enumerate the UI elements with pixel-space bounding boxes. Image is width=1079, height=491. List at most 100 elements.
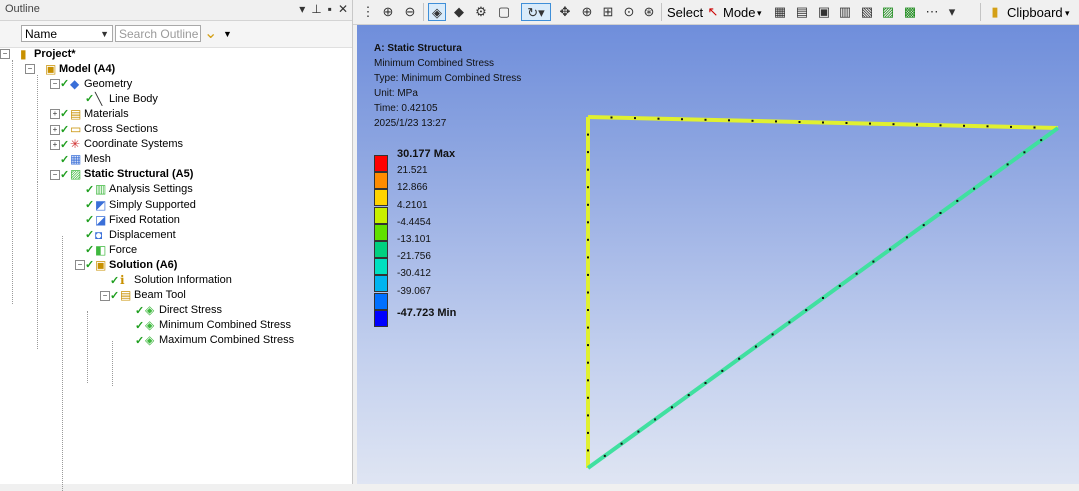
tree-item-solution-information[interactable]: ✓ ℹ Solution Information — [110, 273, 232, 288]
zoom-to-fit-icon[interactable]: ⊛ — [640, 3, 658, 21]
select-edge-icon[interactable]: ▤ — [793, 3, 811, 21]
wireframe-icon[interactable]: ◆ — [450, 3, 468, 21]
tree-item-model[interactable]: − ▣ Model (A4) — [25, 61, 116, 76]
zoom-box-icon[interactable]: ⊞ — [599, 3, 617, 21]
solid-view-icon[interactable]: ◈ — [428, 3, 446, 21]
expand-icon[interactable]: + — [50, 139, 60, 150]
clipboard-button[interactable]: Clipboard — [1007, 5, 1063, 20]
select-mesh-icon[interactable]: ▩ — [901, 3, 919, 21]
zoom-in-icon[interactable]: ⊕ — [578, 3, 596, 21]
select-mode-icon[interactable]: ↖ — [704, 3, 722, 21]
beam-node — [587, 151, 589, 154]
beam-node — [587, 133, 589, 136]
clipboard-icon[interactable]: ▮ — [986, 3, 1004, 21]
tree-connector — [37, 75, 38, 180]
tree-connector — [62, 236, 63, 491]
check-icon: ✓ — [110, 274, 120, 287]
beam-node — [587, 361, 589, 364]
result-icon: ◈ — [145, 333, 155, 348]
model-icon: ▣ — [45, 61, 57, 76]
graphics-viewport[interactable]: A: Static Structura Minimum Combined Str… — [357, 25, 1079, 484]
search-go-icon[interactable]: ⌄ — [204, 23, 217, 43]
collapse-icon[interactable]: − — [25, 64, 35, 75]
filter-type-select[interactable]: Name ▼ — [21, 25, 113, 42]
beam-node — [587, 256, 589, 259]
beam-node — [916, 123, 918, 126]
check-icon: ✓ — [135, 334, 145, 347]
tree-item-cross-sections[interactable]: + ✓ ▭ Cross Sections — [50, 122, 158, 137]
check-icon: ✓ — [85, 259, 95, 272]
search-outline-input[interactable]: Search Outline — [115, 25, 201, 42]
tree-item-simply-supported[interactable]: ✓ ◩ Simply Supported — [85, 197, 196, 212]
show-mesh-icon[interactable]: ⚙ — [472, 3, 490, 21]
tree-item-label: Model (A4) — [59, 62, 116, 75]
tree-item-solution[interactable]: − ✓ ▣ Solution (A6) — [75, 257, 177, 272]
tree-connector — [112, 341, 113, 386]
select-face-icon[interactable]: ▣ — [815, 3, 833, 21]
clipboard-chevron-icon[interactable]: ▾ — [1065, 8, 1070, 19]
beam-model[interactable] — [357, 25, 1079, 484]
beam-node — [869, 122, 871, 125]
section-plane-icon[interactable]: ▢ — [495, 3, 513, 21]
tree-item-beam-tool[interactable]: − ✓ ▤ Beam Tool — [100, 288, 186, 303]
tree-item-materials[interactable]: + ✓ ▤ Materials — [50, 106, 129, 121]
zoom-out-icon[interactable]: ⊖ — [401, 3, 419, 21]
select-vertex-icon[interactable]: ▦ — [771, 3, 789, 21]
beam-node — [845, 122, 848, 124]
mode-button[interactable]: Mode — [723, 5, 756, 20]
tree-item-maximum-combined-stress[interactable]: ✓ ◈ Maximum Combined Stress — [135, 333, 294, 348]
check-icon: ✓ — [85, 244, 95, 257]
tree-item-project[interactable]: − ▮ Project* — [0, 46, 76, 61]
expand-icon[interactable]: + — [50, 109, 60, 120]
beam-node — [587, 291, 589, 294]
beam-node — [721, 369, 724, 372]
beam-node — [587, 186, 589, 189]
expand-icon[interactable]: + — [50, 124, 60, 135]
collapse-icon[interactable]: − — [75, 260, 85, 271]
chevron-down-icon: ▼ — [100, 29, 109, 39]
tree-item-mesh[interactable]: ✓ ▦ Mesh — [60, 152, 111, 167]
tree-item-geometry[interactable]: − ✓ ◆ Geometry — [50, 76, 132, 91]
extend-selection-icon[interactable]: ⋯ — [923, 3, 941, 21]
check-icon: ✓ — [60, 123, 70, 136]
outline-panel: Outline ▾ ⊥ ▪ ✕ Name ▼ Search Outline ⌄ … — [0, 0, 353, 491]
beam-node — [889, 248, 892, 251]
close-icon[interactable]: ✕ — [338, 2, 348, 16]
tree-item-displacement[interactable]: ✓ ◘ Displacement — [85, 227, 176, 242]
tree-item-line-body[interactable]: ✓ ╲ Line Body — [85, 91, 158, 106]
collapse-icon[interactable]: − — [50, 169, 60, 180]
check-icon: ✓ — [85, 199, 95, 211]
tree-item-minimum-combined-stress[interactable]: ✓ ◈ Minimum Combined Stress — [135, 318, 291, 333]
select-element-icon[interactable]: ▨ — [879, 3, 897, 21]
select-node-icon[interactable]: ▧ — [858, 3, 876, 21]
beam-node — [872, 260, 875, 263]
zoom-fit-icon[interactable]: ⊕ — [379, 3, 397, 21]
tree-item-analysis-settings[interactable]: ✓ ▥ Analysis Settings — [85, 182, 193, 197]
dropdown-arrow-icon[interactable]: ▾ — [299, 2, 305, 16]
tree-item-label: Materials — [84, 107, 129, 120]
pan-icon[interactable]: ✥ — [556, 3, 574, 21]
tree-item-coordinate-systems[interactable]: + ✓ ✳ Coordinate Systems — [50, 137, 183, 152]
tree-item-label: Fixed Rotation — [109, 213, 180, 226]
collapse-icon[interactable]: − — [50, 79, 60, 90]
project-icon: ▮ — [20, 46, 27, 61]
beam-node — [587, 396, 589, 399]
maximize-icon[interactable]: ▪ — [328, 2, 332, 16]
collapse-icon[interactable]: − — [0, 49, 10, 59]
beam-node — [989, 175, 992, 178]
tree-item-fixed-rotation[interactable]: ✓ ◪ Fixed Rotation — [85, 212, 180, 227]
select-body-icon[interactable]: ▥ — [836, 3, 854, 21]
collapse-icon[interactable]: − — [100, 290, 110, 301]
zoom-region-icon[interactable]: ⊙ — [620, 3, 638, 21]
mode-chevron-icon[interactable]: ▾ — [757, 8, 762, 19]
tree-item-direct-stress[interactable]: ✓ ◈ Direct Stress — [135, 303, 222, 318]
chevron-down-icon[interactable]: ▾ — [943, 3, 961, 21]
tree-item-static-structural[interactable]: − ✓ ▨ Static Structural (A5) — [50, 167, 193, 182]
outline-title: Outline — [5, 3, 40, 15]
chevron-down-icon[interactable]: ▼ — [223, 29, 232, 39]
rotate-icon[interactable]: ↻▾ — [521, 3, 551, 21]
pin-icon[interactable]: ⊥ — [311, 2, 321, 16]
beam-node — [805, 309, 808, 312]
select-button[interactable]: Select — [667, 5, 703, 20]
tree-item-force[interactable]: ✓ ◧ Force — [85, 242, 137, 257]
